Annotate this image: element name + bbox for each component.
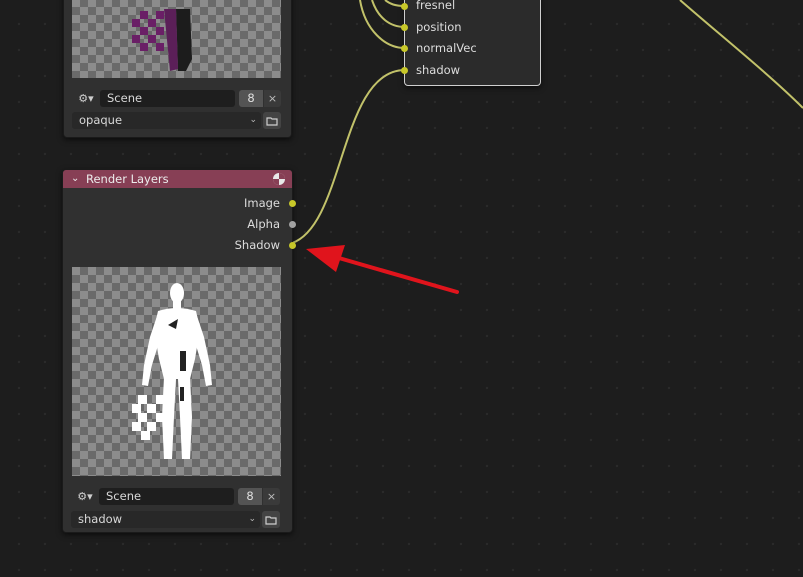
input-label-normalvec: normalVec	[416, 41, 477, 55]
chevron-down-icon[interactable]: ⌄	[71, 170, 79, 188]
socket-fresnel[interactable]	[401, 3, 408, 10]
socket-normalvec[interactable]	[401, 45, 408, 52]
wire-shadow	[291, 69, 406, 244]
folder-icon[interactable]	[263, 112, 281, 129]
socket-image[interactable]	[289, 200, 296, 207]
preview-figure	[132, 283, 212, 459]
wire-position	[371, 0, 406, 28]
scene-users-count[interactable]: 8	[238, 487, 262, 505]
scene-row: ⚙▾ Scene 8 ×	[71, 487, 280, 505]
folder-icon[interactable]	[262, 511, 280, 528]
scene-field[interactable]: Scene	[100, 89, 235, 107]
socket-shadow-out[interactable]	[289, 242, 296, 249]
render-layers-node[interactable]: ⌄ Render Layers Image Alpha Shadow ⚙▾ Sc…	[62, 169, 296, 533]
scene-icon[interactable]: ⚙▾	[71, 487, 99, 505]
view-layer-value: opaque	[79, 113, 123, 127]
output-label-shadow: Shadow	[234, 238, 280, 252]
socket-position[interactable]	[401, 24, 408, 31]
node-title: Render Layers	[86, 172, 169, 186]
wire-right	[679, 0, 803, 109]
unlink-scene-button[interactable]: ×	[263, 487, 280, 505]
input-label-shadow: shadow	[416, 63, 461, 77]
scene-row-top: ⚙▾ Scene 8 ×	[72, 89, 281, 107]
annotation-arrow	[306, 245, 459, 294]
group-node[interactable]: fresnel position normalVec shadow	[401, 0, 541, 86]
scene-icon[interactable]: ⚙▾	[72, 89, 100, 107]
chevron-down-icon: ⌄	[249, 115, 257, 125]
socket-alpha[interactable]	[289, 221, 296, 228]
node-header[interactable]: ⌄ Render Layers	[63, 170, 292, 188]
socket-shadow-in[interactable]	[401, 67, 408, 74]
preview-image	[72, 267, 281, 476]
layer-row: shadow ⌄	[71, 511, 280, 528]
render-layers-node-top[interactable]: ⚙▾ Scene 8 × opaque ⌄	[63, 0, 292, 138]
view-layer-value: shadow	[78, 512, 123, 526]
unlink-scene-button[interactable]: ×	[264, 89, 281, 107]
preview-image-top	[72, 0, 281, 78]
chevron-down-icon: ⌄	[248, 514, 256, 524]
wire-normalvec	[359, 0, 406, 49]
scene-users-count[interactable]: 8	[239, 89, 263, 107]
view-layer-select[interactable]: opaque ⌄	[72, 112, 261, 129]
layer-row-top: opaque ⌄	[72, 112, 281, 129]
output-label-image: Image	[243, 196, 280, 210]
preview-figure-top	[132, 9, 192, 71]
input-label-fresnel: fresnel	[416, 0, 456, 12]
output-label-alpha: Alpha	[247, 217, 280, 231]
view-layer-select[interactable]: shadow ⌄	[71, 511, 260, 528]
input-label-position: position	[416, 20, 462, 34]
render-icon[interactable]	[272, 172, 286, 191]
scene-field[interactable]: Scene	[99, 487, 234, 505]
